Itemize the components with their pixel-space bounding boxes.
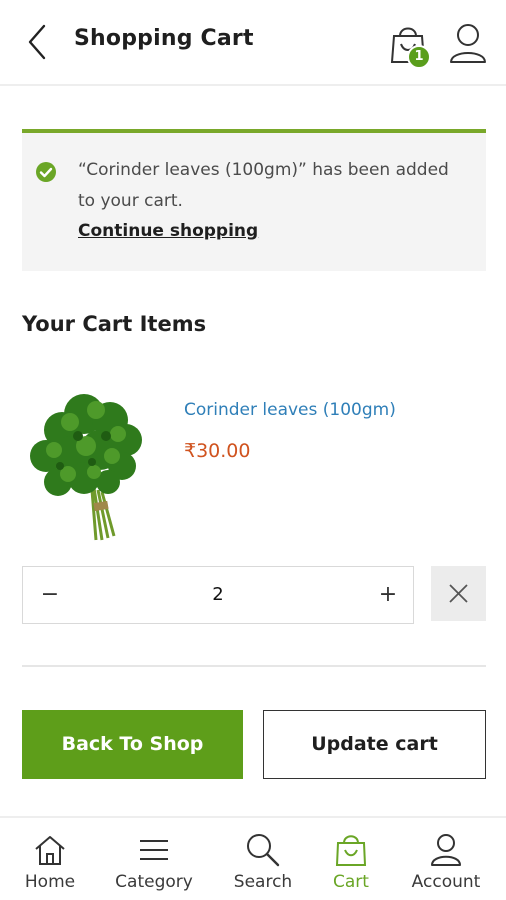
search-icon	[247, 834, 280, 867]
nav-item-account[interactable]: Account	[396, 818, 496, 900]
nav-item-category[interactable]: Category	[104, 818, 204, 900]
chevron-left-icon	[28, 24, 46, 60]
nav-label-category: Category	[115, 872, 193, 892]
header-account-button[interactable]	[448, 22, 488, 66]
nav-item-cart[interactable]: Cart	[301, 818, 401, 900]
top-app-bar: Shopping Cart 1	[0, 0, 506, 86]
page-title: Shopping Cart	[74, 26, 254, 51]
nav-item-search[interactable]: Search	[213, 818, 313, 900]
decrease-quantity-button[interactable]: −	[37, 581, 63, 609]
close-icon	[449, 584, 468, 603]
nav-item-home[interactable]: Home	[0, 818, 100, 900]
remove-item-button[interactable]	[431, 566, 486, 621]
nav-label-account: Account	[411, 872, 481, 892]
menu-icon	[140, 840, 168, 860]
cart-count-badge: 1	[407, 45, 431, 69]
bottom-navigation: Home Category Search Cart Account	[0, 816, 506, 900]
nav-label-cart: Cart	[333, 872, 369, 892]
continue-shopping-link[interactable]: Continue shopping	[78, 221, 258, 241]
increase-quantity-button[interactable]: +	[375, 581, 401, 609]
check-circle-icon	[36, 162, 56, 182]
coriander-leaves-image	[30, 394, 142, 541]
section-divider	[22, 665, 486, 667]
home-icon	[35, 836, 65, 865]
product-price: ₹30.00	[184, 440, 251, 462]
quantity-input[interactable]	[173, 581, 263, 609]
cart-items-heading: Your Cart Items	[22, 312, 207, 336]
product-name-link[interactable]: Corinder leaves (100gm)	[184, 400, 396, 420]
update-cart-button[interactable]: Update cart	[263, 710, 486, 779]
back-to-shop-button[interactable]: Back To Shop	[22, 710, 243, 779]
notice-message: “Corinder leaves (100gm)” has been added…	[78, 160, 449, 211]
back-button[interactable]	[22, 22, 54, 62]
nav-label-home: Home	[24, 872, 76, 892]
cart-bag-icon	[335, 835, 367, 866]
nav-label-search: Search	[233, 872, 293, 892]
account-icon	[431, 834, 461, 866]
quantity-stepper: − +	[22, 566, 414, 624]
cart-added-notice: “Corinder leaves (100gm)” has been added…	[22, 129, 486, 271]
product-image[interactable]	[22, 390, 154, 542]
user-icon	[450, 24, 486, 63]
